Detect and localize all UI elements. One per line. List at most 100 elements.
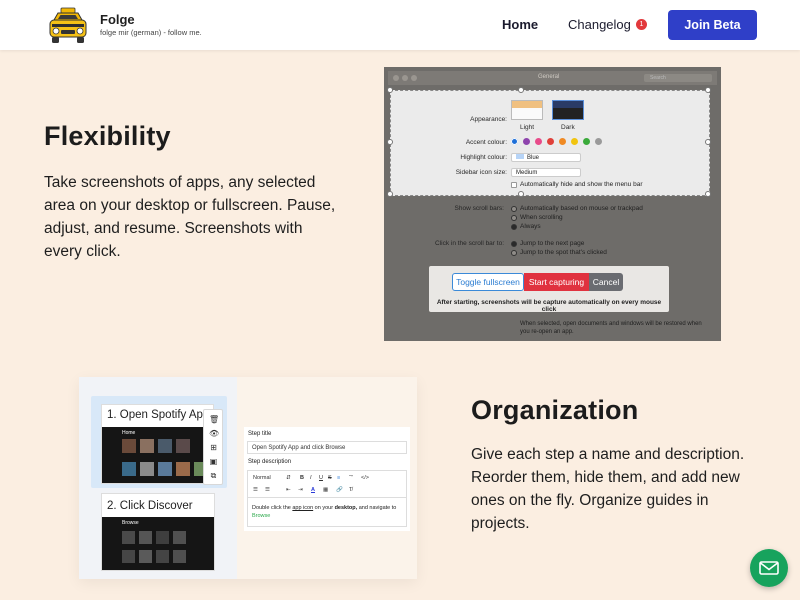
join-beta-button[interactable]: Join Beta: [668, 10, 757, 40]
link-icon[interactable]: 🔗: [336, 487, 343, 493]
radio-scroll-always: [511, 224, 517, 230]
highlight-select: Blue: [511, 153, 581, 162]
resize-handle-r[interactable]: [705, 139, 711, 145]
organization-text: Give each step a name and description. R…: [471, 446, 745, 532]
flexibility-text: Take screenshots of apps, any selected a…: [44, 174, 336, 260]
window-title: General: [538, 74, 560, 80]
zoom-dot-icon: [411, 75, 417, 81]
step-editor: Step title Open Spotify App and click Br…: [244, 427, 410, 531]
accent-color-dot: [571, 138, 578, 145]
outdent-icon[interactable]: ⇤: [286, 487, 291, 493]
organization-title: Organization: [471, 395, 639, 425]
radio-click-next: [511, 241, 517, 247]
underline-icon[interactable]: U: [319, 475, 323, 481]
accent-color-dot: [583, 138, 590, 145]
sidebar-size-label: Sidebar icon size:: [455, 169, 507, 176]
app-browse-label: Browse: [122, 520, 139, 526]
align-icon[interactable]: ≡: [337, 475, 340, 481]
text-style-select[interactable]: Normal: [253, 475, 271, 481]
strikethrough-icon[interactable]: S: [328, 475, 332, 481]
delete-icon[interactable]: 🗑: [209, 415, 219, 424]
eye-icon[interactable]: 👁: [209, 429, 219, 438]
settings-screenshot: General Search Appearance: Light Dark Ac…: [384, 67, 721, 341]
menu-bar-checkbox: [511, 182, 517, 188]
dropdown-caret-icon[interactable]: ⇵: [286, 475, 291, 481]
menu-bar-option: Automatically hide and show the menu bar: [520, 181, 643, 188]
sidebar-size-select: Medium: [511, 168, 581, 177]
app-home-label: Home: [122, 430, 136, 436]
accent-color-dot: [535, 138, 542, 145]
changelog-badge: 1: [636, 19, 647, 30]
step-card-2[interactable]: 2. Click Discover Browse: [101, 493, 215, 571]
brand-name[interactable]: Folge: [100, 12, 135, 27]
cancel-capture-button[interactable]: Cancel: [589, 273, 623, 291]
flexibility-title: Flexibility: [44, 121, 171, 151]
spotify-home-thumbnail: Home: [102, 427, 213, 483]
highlight-label: Highlight colour:: [460, 154, 507, 161]
resize-handle-t[interactable]: [518, 87, 524, 93]
yellow-taxi-logo[interactable]: [46, 6, 90, 46]
steps-panel: 1. Open Spotify Ap... Home 🗑 👁 ⊞ ▣ ⧉ 2. …: [79, 377, 237, 579]
bullet-list-icon[interactable]: ☰: [265, 487, 270, 493]
nav-home-link[interactable]: Home: [502, 17, 538, 32]
accent-color-dot: [523, 138, 530, 145]
capture-toolbar: Toggle fullscreen Start capturing Cancel…: [429, 266, 669, 313]
step-description-input[interactable]: Double click the app icon on your deskto…: [247, 497, 407, 527]
click-option-spot: Jump to the spot that's clicked: [520, 249, 607, 256]
resize-handle-bl[interactable]: [387, 191, 393, 197]
envelope-icon: [759, 561, 779, 575]
click-option-next: Jump to the next page: [520, 240, 585, 247]
resize-handle-tl[interactable]: [387, 87, 393, 93]
scroll-bars-label: Show scroll bars:: [454, 205, 505, 212]
resize-handle-br[interactable]: [705, 191, 711, 197]
scroll-option-auto: Automatically based on mouse or trackpad: [520, 205, 643, 212]
accent-label: Accent colour:: [465, 139, 507, 146]
resize-handle-tr[interactable]: [705, 87, 711, 93]
copy-icon[interactable]: ⧉: [209, 471, 218, 480]
radio-scroll-auto: [511, 206, 517, 212]
step-actions-toolbar: 🗑 👁 ⊞ ▣ ⧉: [203, 409, 223, 485]
toggle-fullscreen-button[interactable]: Toggle fullscreen: [452, 273, 524, 291]
nav-changelog-link[interactable]: Changelog: [568, 17, 631, 32]
accent-color-dot: [595, 138, 602, 145]
capture-selection-area[interactable]: Appearance: Light Dark Accent colour: Hi…: [387, 87, 711, 197]
radio-scroll-when: [511, 215, 517, 221]
start-capturing-button[interactable]: Start capturing: [524, 273, 589, 291]
accent-color-dot: [511, 138, 518, 145]
light-theme-thumb: [511, 100, 543, 120]
step-description-label: Step description: [248, 459, 292, 465]
indent-icon[interactable]: ⇥: [298, 487, 303, 493]
radio-click-spot: [511, 250, 517, 256]
ordered-list-icon[interactable]: ☰: [253, 487, 258, 493]
guide-editor-screenshot: 1. Open Spotify Ap... Home 🗑 👁 ⊞ ▣ ⧉ 2. …: [79, 377, 417, 579]
resize-handle-l[interactable]: [387, 139, 393, 145]
site-header: Folge folge mir (german) - follow me. Ho…: [0, 0, 800, 50]
spotify-browse-thumbnail: Browse: [102, 517, 214, 570]
minimize-dot-icon: [402, 75, 408, 81]
camera-icon[interactable]: ▣: [209, 457, 218, 466]
step-title-label: Step title: [248, 431, 272, 437]
click-scroll-label: Click in the scroll bar to:: [435, 240, 504, 247]
quote-icon[interactable]: “”: [349, 475, 353, 481]
step-card-1[interactable]: 1. Open Spotify Ap... Home: [101, 404, 214, 484]
contact-mail-button[interactable]: [750, 549, 788, 587]
italic-icon[interactable]: I: [310, 475, 312, 481]
bold-icon[interactable]: B: [300, 475, 304, 481]
light-label: Light: [520, 124, 535, 131]
add-step-icon[interactable]: ⊞: [209, 443, 218, 452]
highlight-icon[interactable]: ▦: [323, 487, 328, 493]
resize-handle-b[interactable]: [518, 191, 524, 197]
scroll-option-always: Always: [520, 223, 541, 230]
code-icon[interactable]: </>: [361, 475, 369, 481]
close-dot-icon: [393, 75, 399, 81]
appearance-label: Appearance:: [470, 116, 507, 123]
brand-tagline: folge mir (german) - follow me.: [100, 28, 202, 37]
step-1-title: 1. Open Spotify Ap...: [107, 409, 213, 421]
accent-color-dot: [559, 138, 566, 145]
accent-color-dot: [547, 138, 554, 145]
dark-label: Dark: [561, 124, 575, 131]
text-color-icon[interactable]: A: [311, 487, 315, 493]
rich-text-toolbar: Normal ⇵ B I U S ≡ “” </> ☰ ☰ ⇤ ⇥ A ▦ 🔗 …: [247, 470, 407, 497]
clear-format-icon[interactable]: T̸: [349, 487, 352, 493]
step-title-input[interactable]: Open Spotify App and click Browse: [247, 441, 407, 454]
